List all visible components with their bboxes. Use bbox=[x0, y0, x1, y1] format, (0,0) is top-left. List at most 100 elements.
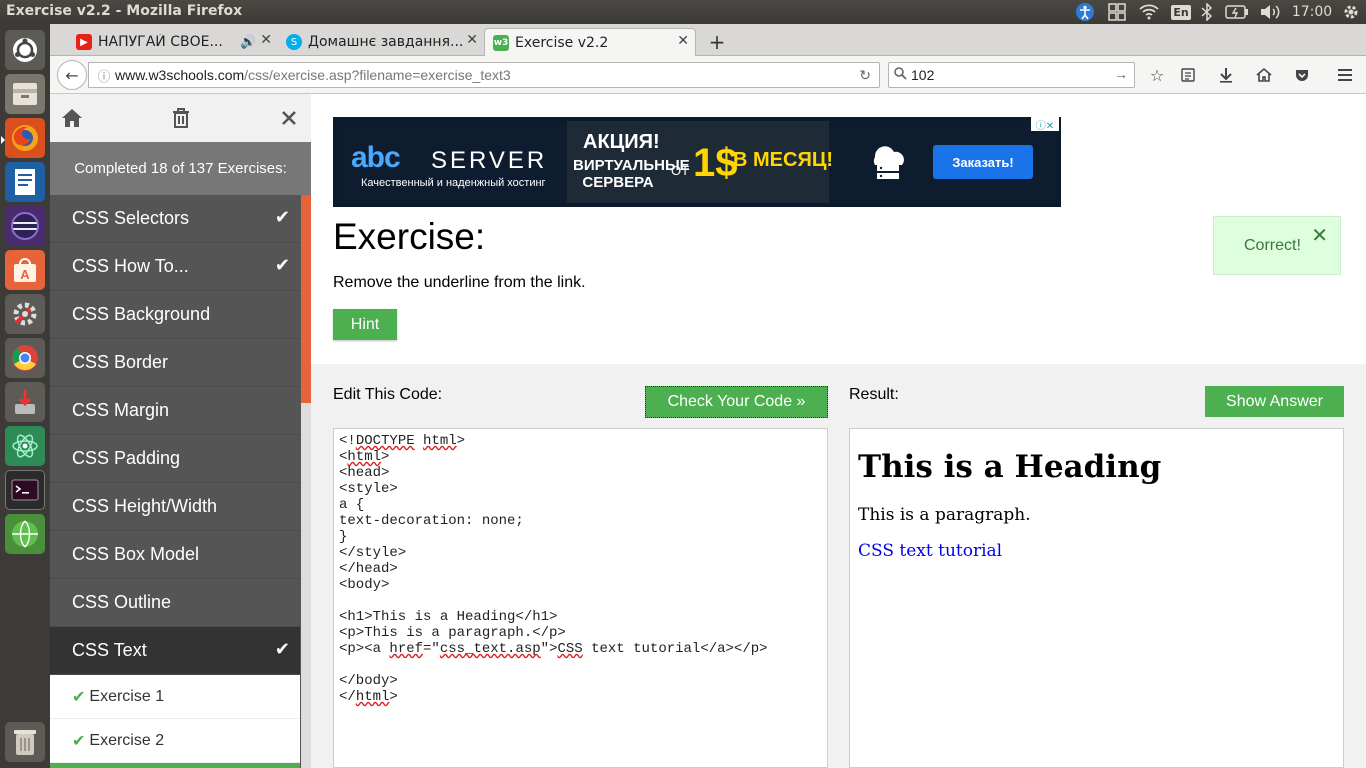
ad-promo-price: 1$ bbox=[693, 141, 738, 185]
info-icon[interactable]: ⓘ bbox=[93, 66, 115, 85]
sidebar-item-label: CSS Box Model bbox=[72, 544, 200, 564]
system-settings-icon[interactable] bbox=[5, 294, 45, 334]
code-work-area: Edit This Code: Check Your Code » Result… bbox=[311, 364, 1366, 768]
search-icon bbox=[889, 67, 911, 83]
check-code-button[interactable]: Check Your Code » bbox=[645, 386, 828, 418]
document-viewer-icon[interactable] bbox=[5, 162, 45, 202]
correct-feedback: Correct! ✕ bbox=[1213, 216, 1341, 275]
network-globe-icon[interactable] bbox=[5, 514, 45, 554]
system-gear-icon[interactable] bbox=[1340, 0, 1362, 24]
code-line: a { bbox=[339, 497, 365, 513]
sidebar-subitem-exercise-2[interactable]: ✔ Exercise 2 bbox=[50, 719, 300, 763]
window-title: Exercise v2.2 - Mozilla Firefox bbox=[6, 3, 243, 19]
sidebar-scrollbar-thumb[interactable] bbox=[301, 195, 311, 403]
result-label: Result: bbox=[849, 386, 899, 403]
bluetooth-icon[interactable] bbox=[1198, 0, 1216, 24]
sidebar-item-css-background[interactable]: CSS Background bbox=[50, 291, 300, 339]
exercise-main: abc SERVER Качественный и наденжный хост… bbox=[311, 94, 1366, 768]
new-tab-button[interactable]: + bbox=[704, 29, 730, 55]
tab-label: Домашнє завдання... bbox=[308, 34, 464, 50]
browser-tab-strip: ▶ НАПУГАЙ СВОЕ... 🔊 ✕ S Домашнє завдання… bbox=[50, 24, 1366, 56]
accessibility-icon[interactable] bbox=[1074, 0, 1096, 24]
back-button[interactable]: ← bbox=[57, 60, 87, 90]
close-tab-icon[interactable]: ✕ bbox=[466, 32, 478, 48]
sidebar-item-label: CSS Background bbox=[72, 304, 211, 324]
search-input[interactable]: 102 bbox=[911, 67, 934, 83]
code-line: <p><a href="css_text.asp">CSS text tutor… bbox=[339, 641, 768, 657]
volume-icon[interactable] bbox=[1258, 0, 1282, 24]
code-line: } bbox=[339, 529, 348, 545]
code-editor[interactable]: <!DOCTYPE html> <html> <head> <style> a {tex… bbox=[333, 428, 828, 768]
ad-choices-icon[interactable]: ⓘ✕ bbox=[1031, 117, 1059, 132]
code-line: <h1>This is a Heading</h1> bbox=[339, 609, 558, 625]
bookmark-star-icon[interactable]: ☆ bbox=[1146, 64, 1168, 86]
sidebar-item-css-selectors[interactable]: CSS Selectors ✔ bbox=[50, 195, 300, 243]
files-icon[interactable] bbox=[5, 74, 45, 114]
sidebar-item-css-border[interactable]: CSS Border bbox=[50, 339, 300, 387]
current-exercise-indicator bbox=[50, 763, 300, 768]
hint-button[interactable]: Hint bbox=[333, 309, 397, 340]
speaker-icon[interactable]: 🔊 bbox=[240, 35, 256, 50]
browser-tab[interactable]: ▶ НАПУГАЙ СВОЕ... 🔊 ✕ bbox=[68, 28, 278, 56]
sidebar-item-css-text[interactable]: CSS Text ✔ bbox=[50, 627, 300, 675]
sidebar-item-css-height-width[interactable]: CSS Height/Width bbox=[50, 483, 300, 531]
terminal-icon[interactable] bbox=[5, 470, 45, 510]
close-tab-icon[interactable]: ✕ bbox=[677, 33, 689, 49]
code-line: <html> bbox=[339, 449, 390, 465]
chrome-icon[interactable] bbox=[5, 338, 45, 378]
sidebar-item-css-padding[interactable]: CSS Padding bbox=[50, 435, 300, 483]
close-icon[interactable] bbox=[277, 106, 301, 130]
url-bar[interactable]: ⓘ www.w3schools.com/css/exercise.asp?fil… bbox=[88, 62, 880, 88]
progress-text: Completed 18 of 137 Exercises: bbox=[50, 142, 311, 195]
battery-icon[interactable] bbox=[1224, 0, 1250, 24]
green-checkmark-icon: ✔ bbox=[72, 688, 86, 706]
close-icon[interactable]: ✕ bbox=[1311, 223, 1328, 248]
dash-home-icon[interactable] bbox=[5, 30, 45, 70]
pocket-icon[interactable] bbox=[1291, 64, 1313, 86]
show-answer-button[interactable]: Show Answer bbox=[1205, 386, 1344, 417]
home-icon[interactable] bbox=[1253, 64, 1275, 86]
reload-icon[interactable]: ↻ bbox=[859, 67, 871, 84]
trash-icon[interactable] bbox=[5, 722, 45, 762]
sidebar-item-css-box-model[interactable]: CSS Box Model bbox=[50, 531, 300, 579]
close-tab-icon[interactable]: ✕ bbox=[260, 32, 272, 48]
software-center-icon[interactable]: A bbox=[5, 250, 45, 290]
exercise-instruction: Remove the underline from the link. bbox=[333, 274, 586, 291]
arrow-left-icon: ← bbox=[65, 65, 79, 85]
home-icon[interactable] bbox=[60, 106, 84, 130]
hamburger-menu-icon[interactable] bbox=[1334, 64, 1356, 86]
sidebar-item-css-outline[interactable]: CSS Outline bbox=[50, 579, 300, 627]
code-line: <p>This is a paragraph.</p> bbox=[339, 625, 566, 641]
browser-tab-active[interactable]: w3 Exercise v2.2 ✕ bbox=[484, 28, 696, 56]
firefox-icon[interactable] bbox=[5, 118, 45, 158]
keyboard-layout-indicator[interactable]: En bbox=[1170, 0, 1192, 24]
trash-icon[interactable] bbox=[169, 106, 193, 130]
tab-label: НАПУГАЙ СВОЕ... bbox=[98, 34, 223, 50]
clock[interactable]: 17:00 bbox=[1290, 0, 1334, 24]
eclipse-icon[interactable] bbox=[5, 206, 45, 246]
downloads-icon[interactable] bbox=[1215, 64, 1237, 86]
os-top-bar: Exercise v2.2 - Mozilla Firefox En 17:00 bbox=[0, 0, 1366, 24]
result-paragraph: This is a paragraph. bbox=[858, 505, 1031, 525]
ad-banner[interactable]: abc SERVER Качественный и наденжный хост… bbox=[333, 117, 1061, 207]
sidebar-item-css-margin[interactable]: CSS Margin bbox=[50, 387, 300, 435]
browser-tab[interactable]: S Домашнє завдання... ✕ bbox=[278, 28, 484, 56]
wifi-icon[interactable] bbox=[1138, 0, 1160, 24]
workspaces-icon[interactable] bbox=[1106, 0, 1128, 24]
sidebar-item-css-how-to[interactable]: CSS How To... ✔ bbox=[50, 243, 300, 291]
installer-icon[interactable] bbox=[5, 382, 45, 422]
ad-order-button[interactable]: Заказать! bbox=[933, 145, 1033, 179]
result-link[interactable]: CSS text tutorial bbox=[858, 541, 1002, 561]
sidebar-item-label: CSS Outline bbox=[72, 592, 172, 612]
reading-list-icon[interactable] bbox=[1177, 64, 1199, 86]
search-go-icon[interactable]: → bbox=[1114, 66, 1128, 82]
atom-icon[interactable] bbox=[5, 426, 45, 466]
unity-launcher: A bbox=[0, 24, 50, 768]
sidebar-subitem-exercise-1[interactable]: ✔ Exercise 1 bbox=[50, 675, 300, 719]
code-line: </style> bbox=[339, 545, 407, 561]
search-bar[interactable]: 102 → bbox=[888, 62, 1135, 88]
code-line: </head> bbox=[339, 561, 398, 577]
svg-text:A: A bbox=[20, 267, 30, 282]
sidebar-item-label: CSS Border bbox=[72, 352, 169, 372]
code-line-doctype: DOCTYPE bbox=[355, 433, 415, 449]
